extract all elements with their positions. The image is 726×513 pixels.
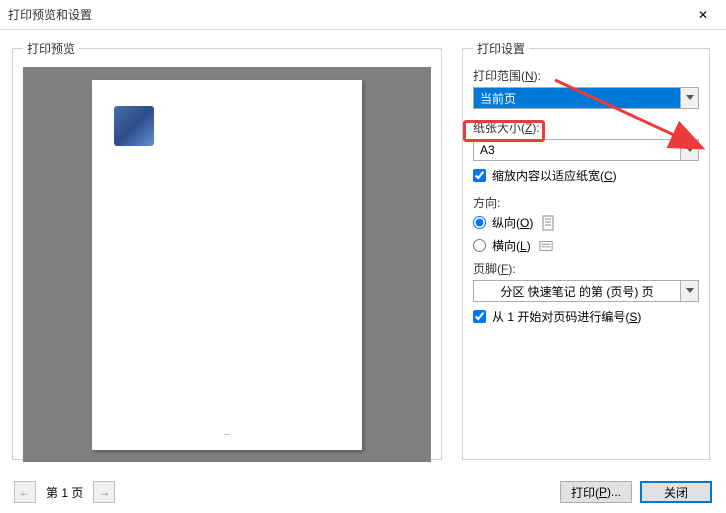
bottom-bar: ← 第 1 页 → 打印(P)... 关闭 (0, 471, 726, 513)
chevron-down-icon (680, 140, 698, 160)
footer-value: 分区 快速笔记 的第 (页号) 页 (474, 283, 680, 300)
scale-label: 缩放内容以适应纸宽(C) (492, 167, 617, 184)
landscape-label: 横向(L) (492, 237, 531, 254)
prev-page-button[interactable]: ← (14, 481, 36, 503)
landscape-radio-row[interactable]: 横向(L) (473, 237, 699, 254)
footer-select[interactable]: 分区 快速笔记 的第 (页号) 页 (473, 280, 699, 302)
preview-fieldset: 打印预览 — (12, 40, 442, 460)
print-range-row: 打印范围(N): 当前页 (473, 67, 699, 109)
scale-checkbox[interactable] (473, 169, 486, 182)
close-button[interactable]: ✕ (688, 0, 718, 30)
landscape-radio[interactable] (473, 239, 486, 252)
portrait-label: 纵向(O) (492, 214, 533, 231)
next-page-button[interactable]: → (93, 481, 115, 503)
titlebar: 打印预览和设置 ✕ (0, 0, 726, 30)
content: 打印预览 — 打印设置 打印范围(N): 当前页 纸张大小(Z): A3 (0, 30, 726, 460)
scale-checkbox-row[interactable]: 缩放内容以适应纸宽(C) (473, 167, 699, 184)
preview-legend: 打印预览 (23, 40, 79, 57)
portrait-radio[interactable] (473, 216, 486, 229)
paper-size-value: A3 (474, 143, 680, 157)
chevron-down-icon (680, 281, 698, 301)
numbering-checkbox-row[interactable]: 从 1 开始对页码进行编号(S) (473, 308, 699, 325)
close-dialog-button[interactable]: 关闭 (640, 481, 712, 503)
footer-label: 页脚(F): (473, 260, 699, 277)
print-button[interactable]: 打印(P)... (560, 481, 632, 503)
window-title: 打印预览和设置 (8, 6, 92, 23)
arrow-right-icon: → (98, 485, 110, 499)
pager: ← 第 1 页 → (14, 481, 115, 503)
landscape-icon (539, 238, 553, 254)
page-thumbnail-image (114, 106, 154, 146)
numbering-checkbox[interactable] (473, 310, 486, 323)
print-range-label: 打印范围(N): (473, 67, 699, 84)
orientation-label: 方向: (473, 194, 699, 211)
paper-size-select[interactable]: A3 (473, 139, 699, 161)
orientation-row: 方向: 纵向(O) 横向(L) (473, 194, 699, 254)
settings-legend: 打印设置 (473, 40, 529, 57)
arrow-left-icon: ← (19, 485, 31, 499)
page-footer-text: — (224, 432, 230, 438)
paper-size-row: 纸张大小(Z): A3 (473, 119, 699, 161)
close-icon: ✕ (698, 8, 708, 22)
print-range-value: 当前页 (474, 90, 680, 107)
portrait-icon (541, 215, 555, 231)
page-preview: — (92, 80, 362, 450)
page-label: 第 1 页 (42, 484, 87, 501)
numbering-label: 从 1 开始对页码进行编号(S) (492, 308, 641, 325)
chevron-down-icon (680, 88, 698, 108)
print-range-select[interactable]: 当前页 (473, 87, 699, 109)
paper-size-label: 纸张大小(Z): (473, 119, 699, 136)
settings-fieldset: 打印设置 打印范围(N): 当前页 纸张大小(Z): A3 缩放内容以适应纸宽(… (462, 40, 710, 460)
preview-area: — (23, 67, 431, 462)
footer-row: 页脚(F): 分区 快速笔记 的第 (页号) 页 (473, 260, 699, 302)
portrait-radio-row[interactable]: 纵向(O) (473, 214, 699, 231)
